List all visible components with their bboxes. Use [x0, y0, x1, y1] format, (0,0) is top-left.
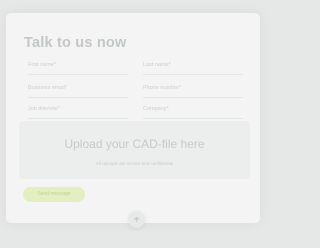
arrow-up-icon — [133, 216, 140, 223]
company-field[interactable]: Company* — [143, 104, 243, 119]
file-upload-dropzone[interactable]: Upload your CAD-file here All uploads ar… — [19, 121, 250, 179]
first-name-field[interactable]: First name* — [28, 60, 128, 75]
upload-title: Upload your CAD-file here — [64, 137, 205, 151]
last-name-field[interactable]: Last name* — [143, 60, 243, 75]
phone-number-field[interactable]: Phone number* — [143, 83, 243, 98]
form-title: Talk to us now — [24, 35, 127, 51]
upload-subtitle: All uploads are secure and confidential — [95, 161, 174, 166]
job-title-field[interactable]: Job title/role* — [28, 104, 128, 119]
business-email-field[interactable]: Business email* — [28, 83, 128, 98]
scroll-to-top-button[interactable] — [128, 211, 145, 228]
send-message-button[interactable]: Send message — [23, 187, 85, 202]
